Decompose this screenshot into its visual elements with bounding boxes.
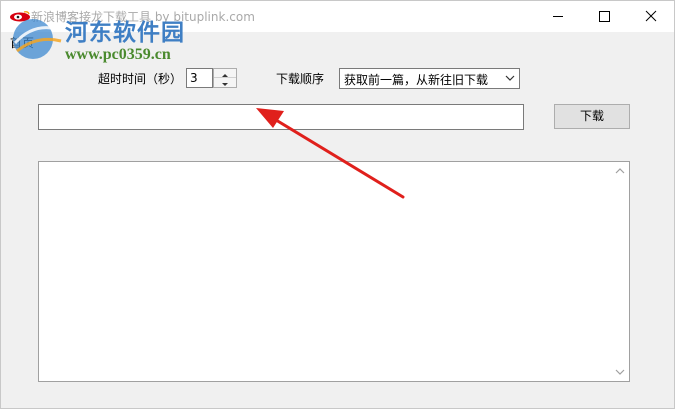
spinner-up-button[interactable]	[214, 69, 236, 78]
order-selected-value: 获取前一篇，从新往旧下载	[344, 73, 489, 87]
timeout-input[interactable]: 3	[186, 68, 213, 88]
minimize-icon	[553, 16, 563, 17]
download-button[interactable]: 下载	[554, 104, 630, 129]
vertical-scrollbar[interactable]	[612, 162, 629, 381]
log-textarea[interactable]	[38, 161, 630, 382]
timeout-spinner[interactable]: 3	[186, 68, 237, 88]
app-window: 新浪博客接龙下载工具 by bituplink.com 首页 河东软件园 www…	[0, 0, 675, 409]
spinner-down-button[interactable]	[214, 78, 236, 87]
scroll-up-icon[interactable]	[615, 167, 625, 175]
watermark-url: www.pc0359.cn	[65, 46, 171, 63]
scroll-down-icon[interactable]	[615, 368, 625, 376]
url-input[interactable]	[38, 104, 524, 130]
caret-down-icon	[222, 83, 228, 86]
watermark: 河东软件园 www.pc0359.cn	[1, 13, 231, 73]
timeout-label: 超时时间（秒）	[98, 72, 183, 86]
chevron-down-icon	[505, 75, 515, 81]
maximize-icon	[599, 11, 610, 22]
order-label: 下载顺序	[276, 72, 325, 86]
order-select[interactable]: 获取前一篇，从新往旧下载	[339, 68, 520, 89]
close-button[interactable]	[628, 1, 674, 32]
minimize-button[interactable]	[535, 1, 581, 32]
spinner-buttons[interactable]	[213, 68, 237, 88]
maximize-button[interactable]	[581, 1, 627, 32]
close-icon	[645, 10, 657, 22]
watermark-globe-icon	[13, 19, 62, 59]
watermark-title: 河东软件园	[65, 19, 185, 46]
